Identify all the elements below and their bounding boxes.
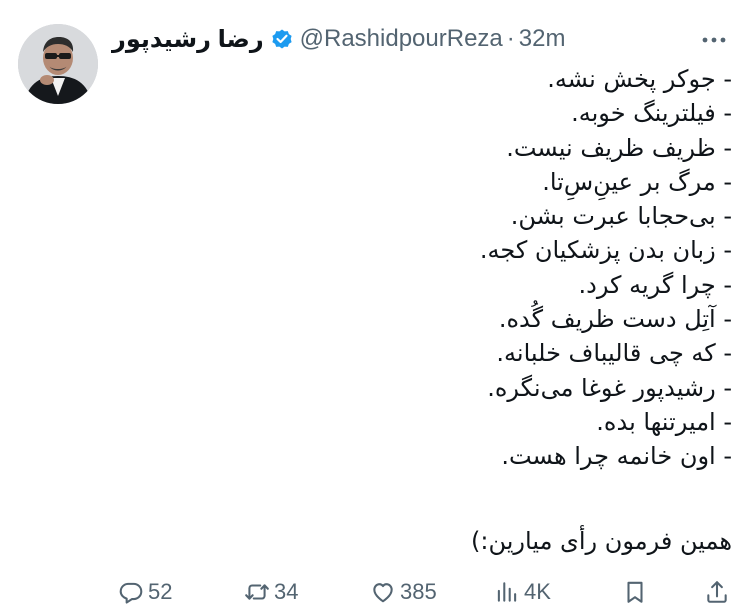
verified-badge-icon[interactable] (270, 27, 294, 51)
retweet-icon (244, 579, 270, 605)
tweet-line: - آتِل دست ظریف گُده. (498, 305, 732, 334)
reply-icon (118, 579, 144, 605)
tweet-line: - که چی قالیباف خلبانه. (496, 339, 732, 368)
retweet-count: 34 (274, 579, 299, 604)
tweet-line: - اون خانمه چرا هست. (501, 442, 732, 471)
tweet-closing-line: همین فرمون رأی میارین:) (471, 527, 732, 555)
share-icon (704, 579, 730, 605)
tweet-line: - بی‌حجابا عبرت بشن. (510, 202, 732, 231)
share-button[interactable] (704, 575, 730, 609)
timestamp[interactable]: 32m (519, 25, 566, 53)
like-count: 385 (400, 579, 437, 604)
tweet-line: - مرگ بر عینِ‌سِ‌تا. (542, 167, 732, 196)
avatar[interactable] (18, 24, 98, 104)
tweet-line: - فیلترینگ خوبه. (571, 99, 732, 128)
tweet-line: - امیرتنها بده. (596, 407, 732, 436)
reply-count: 52 (148, 579, 173, 604)
retweet-button[interactable]: 34 (244, 575, 298, 609)
tweet-line: - زبان بدن پزشکیان کجه. (479, 236, 732, 265)
bookmark-icon (622, 579, 648, 605)
avatar-image (18, 24, 98, 104)
like-button[interactable]: 385 (370, 575, 437, 609)
tweet-line: - رشیدپور غوغا می‌نگره. (487, 373, 732, 402)
tweet-line: - چرا گریه کرد. (578, 270, 733, 299)
views-count: 4K (524, 579, 551, 604)
tweet-line: - ظریف ظریف نیست. (506, 133, 732, 162)
author-name[interactable]: رضا رشیدپور (112, 25, 264, 54)
tweet-line: - جوکر پخش نشه. (547, 65, 732, 93)
reply-button[interactable]: 52 (118, 575, 172, 609)
bookmark-button[interactable] (622, 575, 648, 609)
more-icon[interactable] (700, 26, 728, 54)
separator-dot: · (506, 25, 515, 52)
author-handle[interactable]: @RashidpourReza (300, 25, 503, 53)
action-bar: 52 34 385 4K (0, 575, 750, 609)
views-button[interactable]: 4K (494, 575, 551, 609)
tweet-header: رضا رشیدپور @RashidpourReza · 32m (112, 22, 732, 56)
tweet-body: - جوکر پخش نشه. - فیلترینگ خوبه. - ظریف … (132, 62, 732, 474)
views-icon (494, 579, 520, 605)
heart-icon (370, 579, 396, 605)
